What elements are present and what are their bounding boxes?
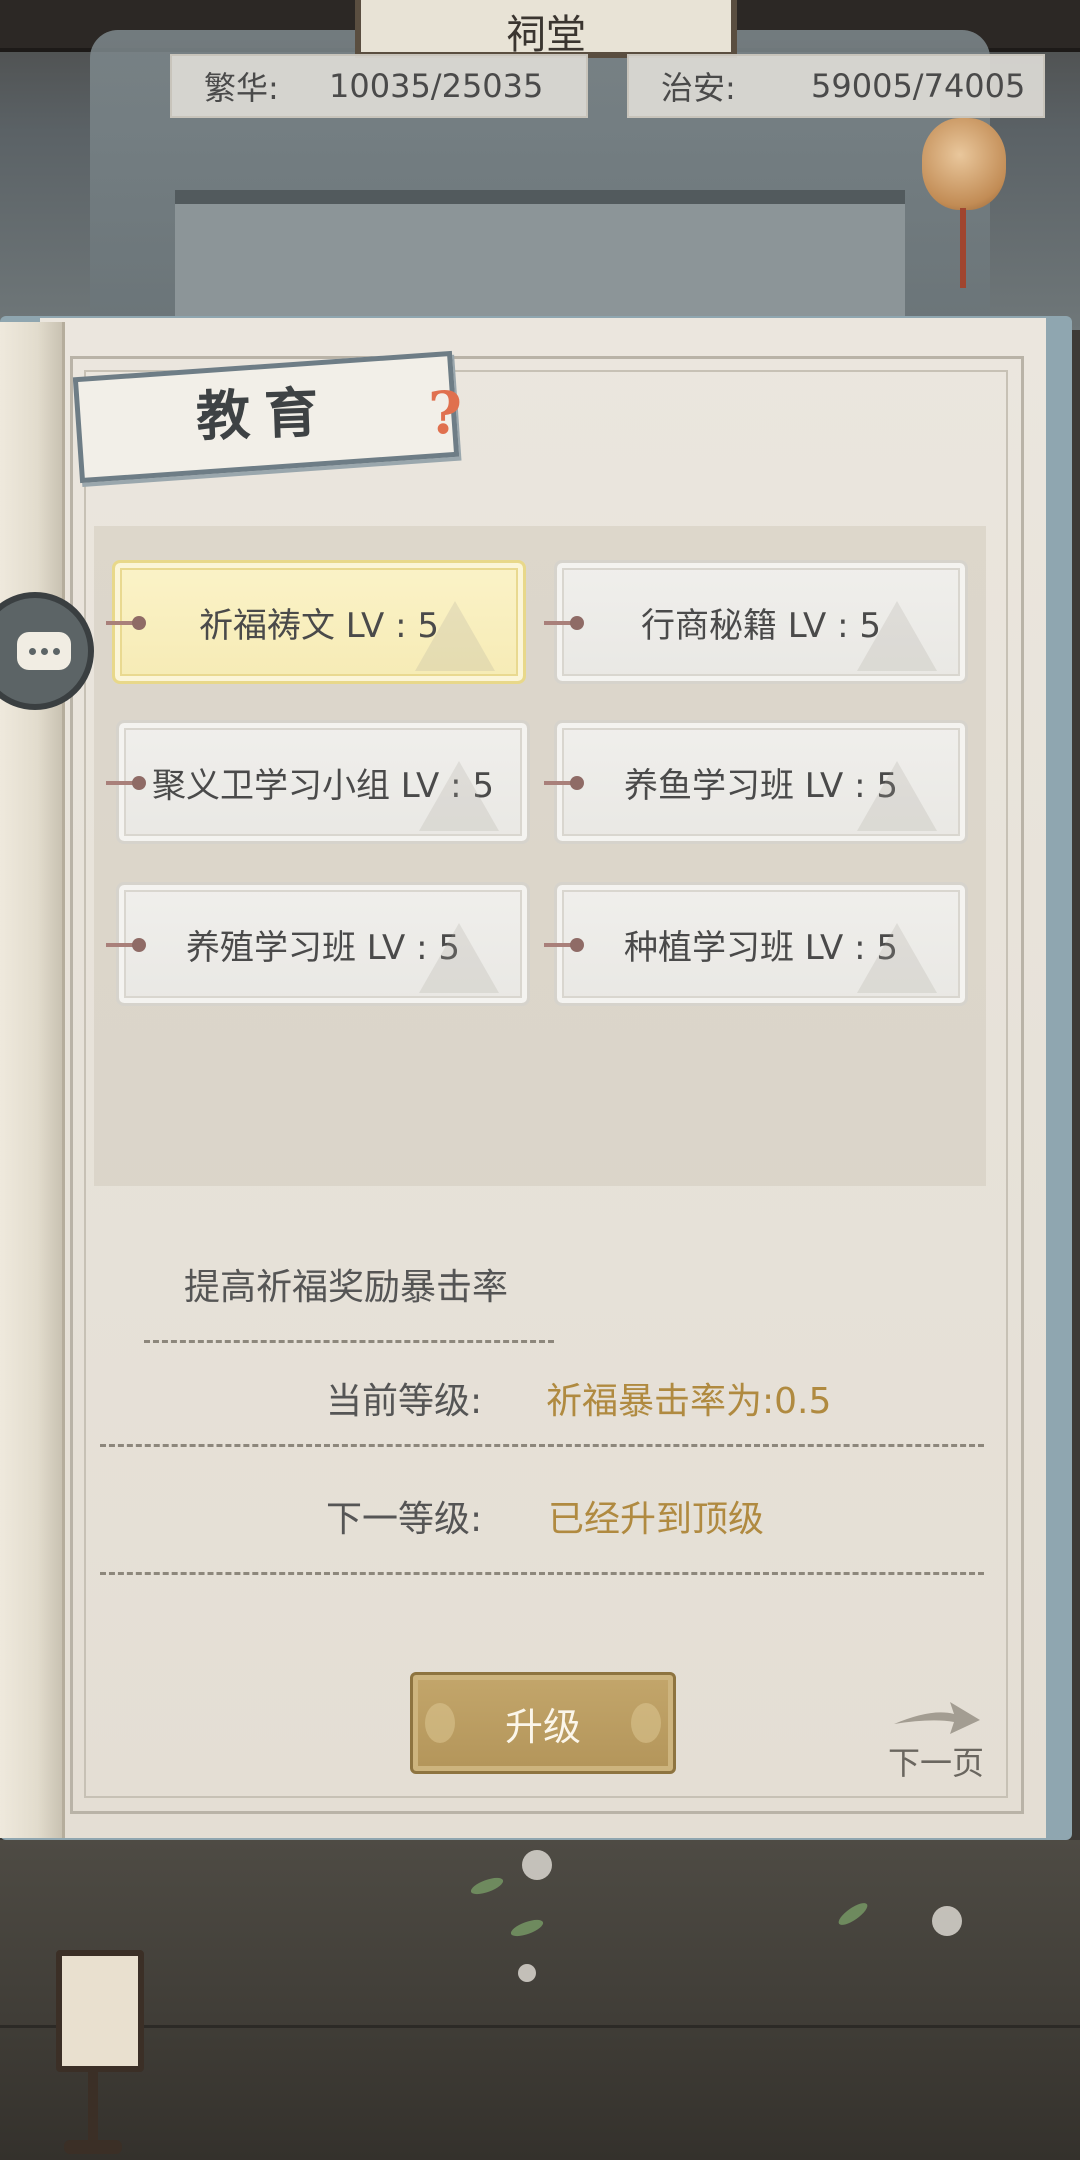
shrine-plaque: 祠堂 [355,0,737,58]
skill-label: 祈福祷文 LV : 5 [199,605,439,646]
skill-card-merchant[interactable]: 行商秘籍 LV : 5 [554,560,968,684]
current-level-label: 当前等级: [326,1381,483,1422]
help-question-icon[interactable]: ? [428,382,462,444]
skill-card-breeding[interactable]: 养殖学习班 LV : 5 [116,882,530,1006]
leaf-decoration [835,1899,871,1929]
mountain-decoration [419,923,499,993]
next-page-button[interactable]: 下一页 [888,1738,984,1784]
skill-description: 提高祈福奖励暴击率 [184,1267,509,1308]
connector-pin [106,938,146,952]
mountain-decoration [857,601,937,671]
petal-decoration [522,1850,552,1880]
divider [144,1340,554,1343]
connector-pin [106,616,146,630]
upgrade-button[interactable]: 升级 [410,1672,676,1774]
lamp-base [64,2140,122,2154]
background-scene-top: 祠堂 [0,0,1080,344]
arrow-right-icon[interactable] [892,1700,982,1736]
mountain-decoration [857,761,937,831]
upgrade-label: 升级 [504,1704,581,1749]
book-spine [0,322,65,1838]
leaf-decoration [508,1916,546,1940]
chat-bubble-icon [17,632,71,670]
prosperity-counter: 繁华: 10035/25035 [170,54,588,118]
petal-decoration [932,1906,962,1936]
lamp-stand [88,2066,98,2146]
tatami-line [0,2025,1080,2028]
mountain-decoration [419,761,499,831]
prosperity-value: 10035/25035 [329,67,544,105]
connector-pin [544,776,584,790]
security-label: 治安: [661,69,736,107]
petal-decoration [518,1964,536,1982]
skill-card-planting[interactable]: 种植学习班 LV : 5 [554,882,968,1006]
skill-card-prayer[interactable]: 祈福祷文 LV : 5 [112,560,526,684]
divider [100,1444,984,1447]
connector-pin [544,616,584,630]
mountain-decoration [857,923,937,993]
lantern-tassel [960,208,966,288]
button-ornament [631,1703,661,1743]
back-lamp-icon[interactable] [56,1950,144,2072]
skill-label: 行商秘籍 LV : 5 [641,605,881,646]
leaf-decoration [468,1874,506,1898]
button-ornament [425,1703,455,1743]
connector-pin [544,938,584,952]
mountain-decoration [415,601,495,671]
panel-title: 教育 [195,379,334,449]
skill-card-guard-study[interactable]: 聚义卫学习小组 LV : 5 [116,720,530,844]
divider [100,1572,984,1575]
lantern-icon [922,118,1006,210]
security-value: 59005/74005 [811,67,1026,105]
skill-card-fish-farming[interactable]: 养鱼学习班 LV : 5 [554,720,968,844]
connector-pin [106,776,146,790]
next-level-label: 下一等级: [326,1499,483,1540]
prosperity-label: 繁华: [204,69,279,107]
next-level-value: 已经升到顶级 [548,1499,765,1540]
background-scene-bottom [0,1840,1080,2160]
security-counter: 治安: 59005/74005 [627,54,1045,118]
current-level-value: 祈福暴击率为:0.5 [546,1381,832,1422]
